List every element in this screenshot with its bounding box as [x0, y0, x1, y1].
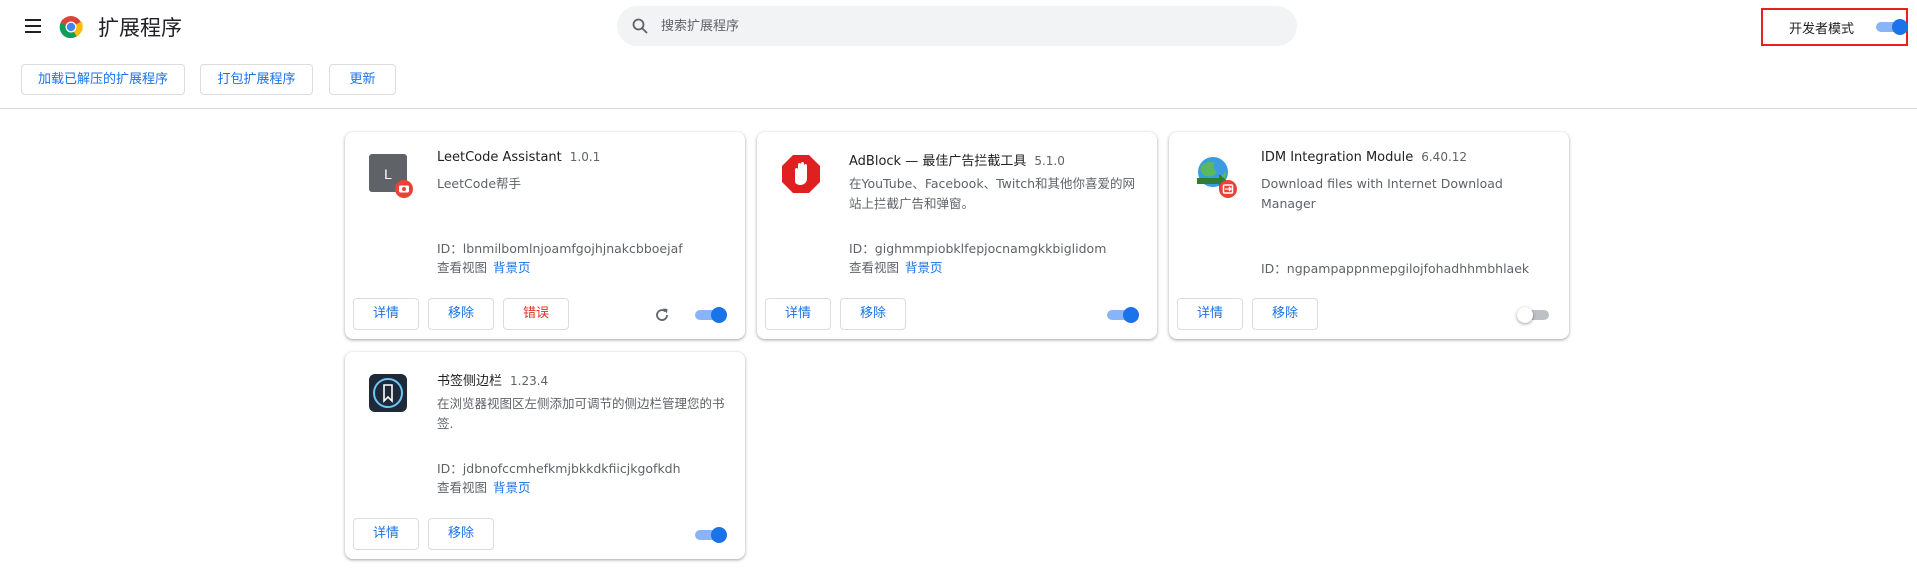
adblock-hand-icon: [781, 154, 821, 194]
extension-name: LeetCode Assistant 1.0.1: [437, 150, 601, 165]
leetcode-icon: L: [369, 154, 413, 198]
details-button[interactable]: 详情: [353, 298, 419, 330]
errors-button[interactable]: 错误: [503, 298, 569, 330]
remove-button[interactable]: 移除: [428, 298, 494, 330]
developer-mode-area: 开发者模式: [1761, 8, 1908, 46]
page-title: 扩展程序: [98, 16, 182, 40]
extension-enable-toggle[interactable]: [693, 307, 727, 323]
header: 扩展程序 开发者模式: [0, 0, 1917, 52]
bookmark-sidebar-icon: [369, 374, 409, 414]
toolbar-divider: [0, 108, 1917, 109]
extension-id: ID：ngpampappnmepgilojfohadhhmbhlaek: [1261, 261, 1530, 276]
background-page-link[interactable]: 背景页: [905, 260, 943, 275]
details-button[interactable]: 详情: [353, 518, 419, 550]
idm-globe-icon: [1193, 154, 1237, 198]
extension-name: IDM Integration Module 6.40.12: [1261, 150, 1468, 165]
svg-text:L: L: [384, 166, 392, 182]
developer-mode-toggle[interactable]: [1874, 19, 1908, 35]
extension-name: 书签侧边栏 1.23.4: [437, 374, 549, 389]
extension-description: Download files with Internet Download Ma…: [1261, 176, 1503, 211]
remove-button[interactable]: 移除: [840, 298, 906, 330]
developer-mode-label: 开发者模式: [1789, 22, 1855, 37]
extension-id: ID：gighmmpiobklfepjocnamgkkbiglidom: [849, 241, 1107, 256]
extension-id: ID：jdbnofccmhefkmjbkkdkfiicjkgofkdh: [437, 461, 681, 476]
search-input[interactable]: [661, 6, 1281, 46]
remove-button[interactable]: 移除: [428, 518, 494, 550]
search-icon: [632, 18, 648, 34]
extension-name: AdBlock — 最佳广告拦截工具 5.1.0: [849, 154, 1065, 169]
inspect-views: 查看视图 背景页: [437, 480, 531, 495]
extension-id: ID：lbnmilbomlnjoamfgojhjnakcbboejaf: [437, 241, 683, 256]
extension-version: 1.0.1: [569, 150, 601, 164]
reload-icon[interactable]: [653, 306, 671, 324]
extension-enable-toggle[interactable]: [1517, 307, 1551, 323]
extension-card: IDM Integration Module 6.40.12 Download f…: [1169, 132, 1569, 339]
extension-card: AdBlock — 最佳广告拦截工具 5.1.0 在YouTube、Faceboo…: [757, 132, 1157, 339]
extension-card: L LeetCode Assistant 1.0.1 LeetCode帮手 ID：…: [345, 132, 745, 339]
extension-version: 1.23.4: [510, 374, 549, 388]
update-button[interactable]: 更新: [329, 64, 396, 95]
background-page-link[interactable]: 背景页: [493, 480, 531, 495]
load-unpacked-button[interactable]: 加载已解压的扩展程序: [21, 64, 185, 95]
extension-description: 在浏览器视图区左侧添加可调节的侧边栏管理您的书签.: [437, 396, 725, 431]
chrome-logo-icon: [59, 16, 83, 39]
details-button[interactable]: 详情: [765, 298, 831, 330]
background-page-link[interactable]: 背景页: [493, 260, 531, 275]
extension-description: 在YouTube、Facebook、Twitch和其他你喜爱的网站上拦截广告和弹…: [849, 176, 1136, 211]
extension-description: LeetCode帮手: [437, 176, 522, 191]
remove-button[interactable]: 移除: [1252, 298, 1318, 330]
inspect-views: 查看视图 背景页: [437, 260, 531, 275]
inspect-views: 查看视图 背景页: [849, 260, 943, 275]
extension-enable-toggle[interactable]: [1105, 307, 1139, 323]
extension-version: 5.1.0: [1034, 154, 1065, 168]
search-box[interactable]: [617, 6, 1297, 46]
pack-extension-button[interactable]: 打包扩展程序: [200, 64, 313, 95]
extension-version: 6.40.12: [1421, 150, 1468, 164]
extension-enable-toggle[interactable]: [693, 527, 727, 543]
extension-card: 书签侧边栏 1.23.4 在浏览器视图区左侧添加可调节的侧边栏管理您的书签. ID…: [345, 352, 745, 559]
menu-icon[interactable]: [22, 15, 44, 37]
details-button[interactable]: 详情: [1177, 298, 1243, 330]
